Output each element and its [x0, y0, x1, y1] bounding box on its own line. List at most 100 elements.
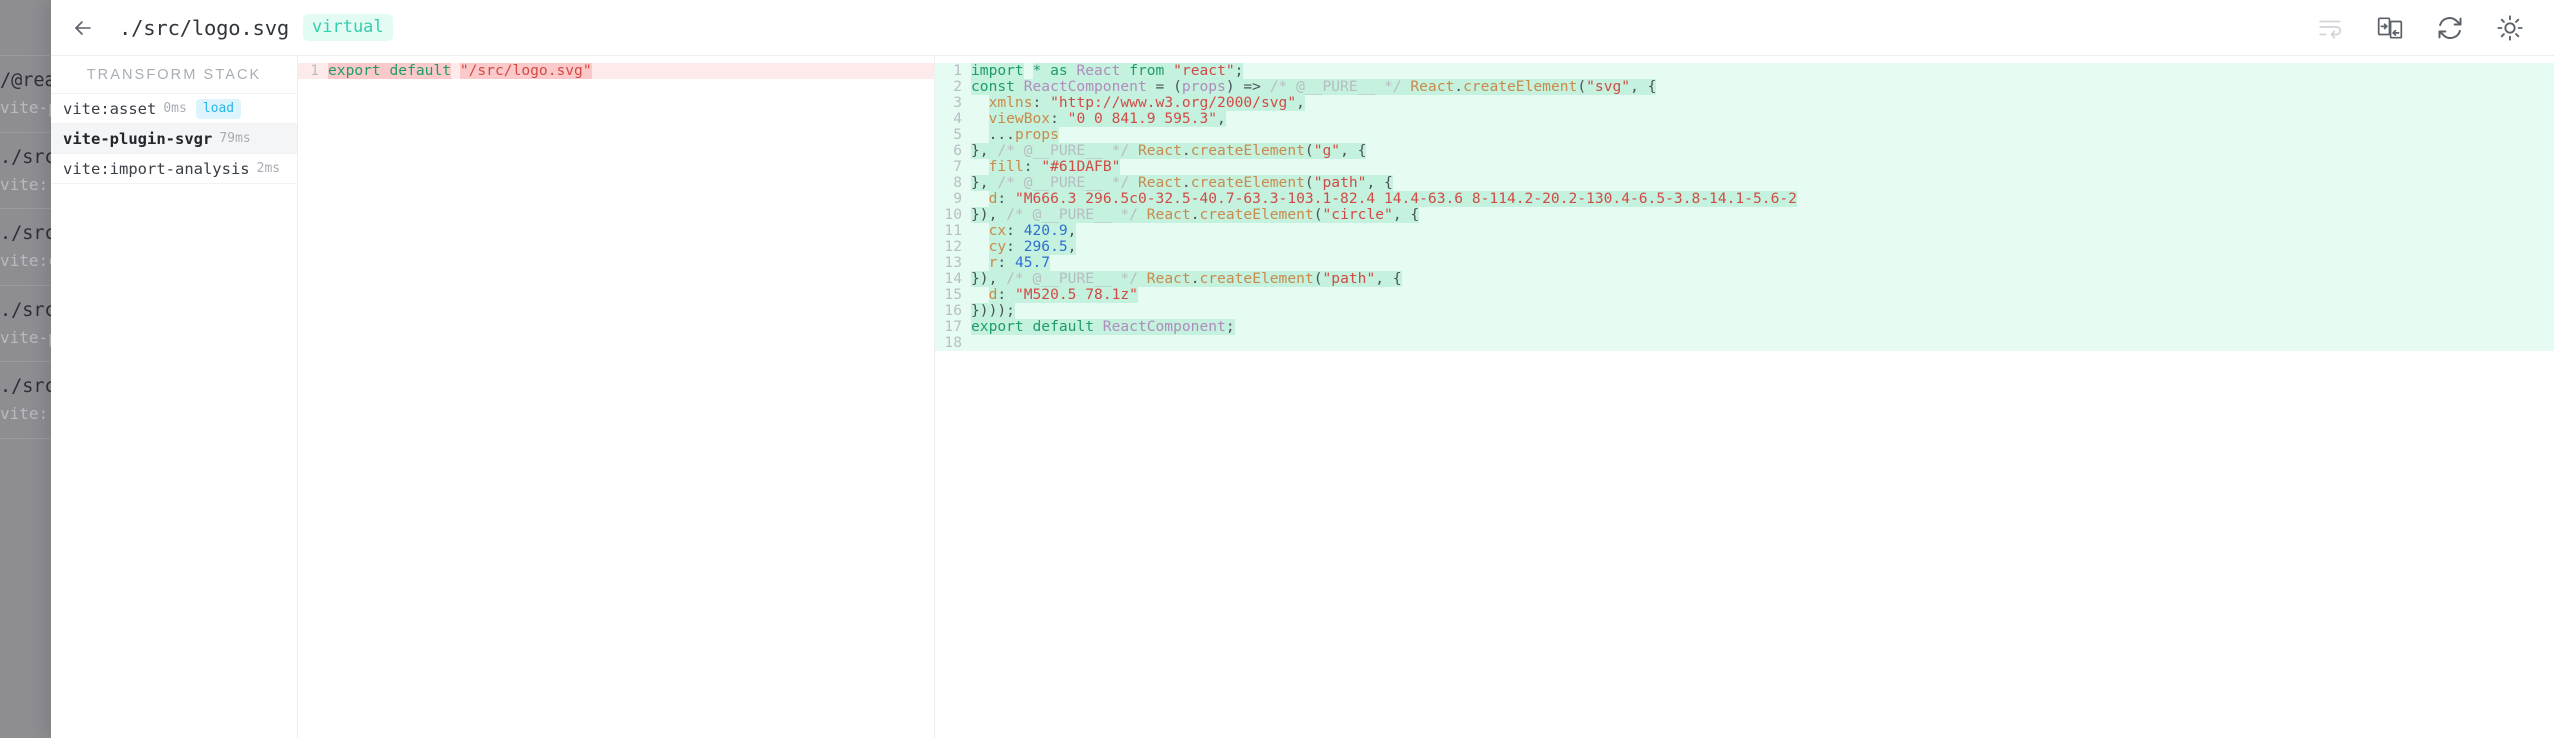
code-text: cy: 296.5, [971, 239, 2554, 255]
code-token: import [971, 63, 1024, 79]
code-token: React [1137, 175, 1182, 191]
line-number: 13 [944, 254, 962, 271]
code-token: React [1076, 63, 1121, 79]
code-token: ReactComponent [1102, 319, 1226, 335]
code-token: }, [971, 143, 998, 159]
code-token: }), [971, 207, 1007, 223]
code-line: 2 const ReactComponent = (props) => /* @_… [935, 79, 2554, 95]
code-token: React [1146, 207, 1191, 223]
code-token: React [1410, 79, 1455, 95]
code-line: 9 d: "M666.3 296.5c0-32.5-40.7-63.3-103.… [935, 191, 2554, 207]
line-number: 18 [944, 334, 962, 351]
diff-pane-after[interactable]: 1 import * as React from "react"; 2 const R… [935, 56, 2554, 738]
code-text: }), /* @__PURE__ */ React.createElement(… [971, 207, 2554, 223]
line-number: 11 [944, 222, 962, 239]
code-token: = [1146, 79, 1174, 95]
code-token: React [1137, 143, 1182, 159]
code-token: /* @__PURE__ */ [1006, 271, 1138, 287]
code-token [1137, 271, 1147, 287]
transform-stack-row[interactable]: vite:import-analysis 2ms [51, 154, 297, 184]
transform-stack-row[interactable]: vite:asset 0ms load [51, 94, 297, 124]
code-token: cx [988, 223, 1007, 239]
detail-body: Transform Stack vite:asset 0ms load vite… [51, 56, 2554, 738]
line-number: 8 [953, 174, 962, 191]
code-token: createElement [1199, 271, 1314, 287]
brightness-icon[interactable] [2488, 6, 2532, 50]
code-token: /* @__PURE__ */ [1006, 207, 1138, 223]
code-token: /* @__PURE__ */ [997, 175, 1130, 191]
code-line: 12 cy: 296.5, [935, 239, 2554, 255]
code-token: ; [1234, 63, 1244, 79]
code-text: const ReactComponent = (props) => /* @__… [971, 79, 2554, 95]
code-token: props [1014, 127, 1059, 143]
header-actions [2308, 6, 2532, 50]
code-token: ( [1313, 271, 1323, 287]
code-token: props [1181, 79, 1226, 95]
code-token: * as [1032, 63, 1077, 79]
code-text: }), /* @__PURE__ */ React.createElement(… [971, 271, 2554, 287]
code-token: ( [1304, 143, 1314, 159]
code-line: 11 cx: 420.9, [935, 223, 2554, 239]
code-token [1137, 207, 1147, 223]
code-text: import * as React from "react"; [971, 63, 2554, 79]
inspect-app: /@react vite-plu ./src/A vite:rea ./src/… [0, 0, 2554, 738]
code-token: const [971, 79, 1024, 95]
line-number: 15 [944, 286, 962, 303]
code-token: 420.9 [1023, 223, 1068, 239]
plugin-name: vite-plugin-svgr [63, 129, 213, 148]
code-token: : [1032, 95, 1051, 111]
word-wrap-icon[interactable] [2308, 6, 2352, 50]
code-line: 10}), /* @__PURE__ */ React.createElemen… [935, 207, 2554, 223]
refresh-icon[interactable] [2428, 6, 2472, 50]
code-token: : [1006, 239, 1024, 255]
code-line: 7 fill: "#61DAFB" [935, 159, 2554, 175]
code-token [1129, 175, 1138, 191]
code-line: 4 viewBox: "0 0 841.9 595.3", [935, 111, 2554, 127]
diff-pane-before[interactable]: 1 export default "/src/logo.svg" [298, 56, 935, 738]
code-token [380, 63, 390, 79]
code-token: , { [1340, 143, 1367, 159]
transform-stack-panel: Transform Stack vite:asset 0ms load vite… [51, 56, 298, 738]
code-token: "path" [1322, 271, 1376, 287]
transform-stack-row[interactable]: vite-plugin-svgr 79ms [51, 124, 297, 154]
code-token: "/src/logo.svg" [459, 63, 592, 79]
code-text: viewBox: "0 0 841.9 595.3", [971, 111, 2554, 127]
code-token: . [1181, 175, 1191, 191]
line-number: 2 [953, 78, 962, 95]
line-number: 6 [953, 142, 962, 159]
page-title: ./src/logo.svg [119, 15, 289, 40]
line-number: 14 [944, 270, 962, 287]
plugin-name: vite:import-analysis [63, 159, 250, 178]
plugin-duration: 2ms [256, 161, 281, 176]
code-token: ; [1225, 319, 1235, 335]
line-number: 4 [953, 110, 962, 127]
code-token [1129, 143, 1138, 159]
line-number: 1 [953, 62, 962, 79]
plugin-duration: 0ms [163, 101, 187, 116]
back-button[interactable] [61, 6, 105, 50]
line-number: 16 [944, 302, 962, 319]
code-text: }))); [971, 303, 2554, 319]
code-text: ...props [971, 127, 2554, 143]
code-token: cy [988, 239, 1007, 255]
code-text: xmlns: "http://www.w3.org/2000/svg", [971, 95, 2554, 111]
code-token: ( [1577, 79, 1587, 95]
code-token: export [328, 63, 381, 79]
code-token: "g" [1313, 143, 1341, 159]
code-text: export default "/src/logo.svg" [328, 63, 934, 79]
code-text: d: "M666.3 296.5c0-32.5-40.7-63.3-103.1-… [971, 191, 2554, 207]
code-token: "http://www.w3.org/2000/svg" [1050, 95, 1297, 111]
side-by-side-icon[interactable] [2368, 6, 2412, 50]
code-token: , [1067, 223, 1077, 239]
code-token: }))); [971, 303, 1015, 319]
code-token: createElement [1463, 79, 1578, 95]
code-token: React [1146, 271, 1191, 287]
code-token: /* @__PURE__ */ [997, 143, 1130, 159]
code-token: , [1217, 111, 1226, 127]
